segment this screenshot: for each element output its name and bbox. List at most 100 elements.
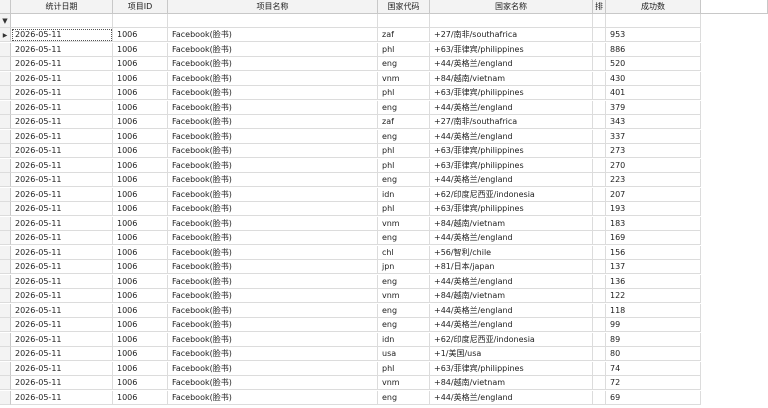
date-cell[interactable]: 2026-05-11 bbox=[11, 86, 113, 100]
success-count-cell[interactable]: 343 bbox=[606, 115, 701, 129]
row-indicator[interactable] bbox=[0, 390, 11, 405]
country-code-cell[interactable]: eng bbox=[378, 100, 430, 115]
success-count-cell[interactable]: 337 bbox=[606, 129, 701, 144]
project-name-cell[interactable]: Facebook(脸书) bbox=[168, 42, 378, 57]
date-cell[interactable]: 2026-05-11 bbox=[11, 231, 113, 245]
table-row[interactable]: 2026-05-11 1006 Facebook(脸书) eng +44/英格兰/eng… bbox=[0, 129, 768, 144]
country-code-cell[interactable]: vnm bbox=[378, 289, 430, 303]
project-name-cell[interactable]: Facebook(脸书) bbox=[168, 245, 378, 260]
project-id-cell[interactable]: 1006 bbox=[113, 361, 168, 376]
success-count-cell[interactable]: 99 bbox=[606, 318, 701, 332]
filter-cell-project-name[interactable] bbox=[168, 14, 378, 28]
project-name-cell[interactable]: Facebook(脸书) bbox=[168, 216, 378, 231]
project-id-cell[interactable]: 1006 bbox=[113, 274, 168, 289]
filter-cell-success-count[interactable] bbox=[606, 14, 701, 28]
date-cell[interactable]: 2026-05-11 bbox=[11, 100, 113, 115]
rank-cell[interactable] bbox=[593, 129, 606, 144]
date-cell[interactable]: 2026-05-11 bbox=[11, 289, 113, 303]
country-code-cell[interactable]: idn bbox=[378, 332, 430, 347]
row-indicator[interactable] bbox=[0, 57, 11, 71]
table-row[interactable]: 2026-05-11 1006 Facebook(脸书) eng +44/英格兰/eng… bbox=[0, 390, 768, 405]
column-header-country-code[interactable]: 国家代码 bbox=[378, 0, 430, 14]
row-indicator[interactable] bbox=[0, 274, 11, 289]
table-row[interactable]: 2026-05-11 1006 Facebook(脸书) eng +44/英格兰/eng… bbox=[0, 100, 768, 115]
table-row[interactable]: 2026-05-11 1006 Facebook(脸书) usa +1/美国/usa 80 bbox=[0, 347, 768, 361]
column-header-success-count[interactable]: 成功数 bbox=[606, 0, 701, 14]
date-cell[interactable]: 2026-05-11 bbox=[11, 57, 113, 71]
project-id-cell[interactable]: 1006 bbox=[113, 231, 168, 245]
country-name-cell[interactable]: +63/菲律宾/philippines bbox=[430, 42, 593, 57]
country-code-cell[interactable]: phl bbox=[378, 361, 430, 376]
project-id-cell[interactable]: 1006 bbox=[113, 390, 168, 405]
project-id-cell[interactable]: 1006 bbox=[113, 347, 168, 361]
date-cell[interactable]: 2026-05-11 bbox=[11, 332, 113, 347]
country-code-cell[interactable]: eng bbox=[378, 173, 430, 187]
column-header-date[interactable]: 统计日期 bbox=[11, 0, 113, 14]
success-count-cell[interactable]: 886 bbox=[606, 42, 701, 57]
table-row[interactable]: 2026-05-11 1006 Facebook(脸书) eng +44/英格兰/eng… bbox=[0, 57, 768, 71]
project-id-cell[interactable]: 1006 bbox=[113, 376, 168, 390]
country-name-cell[interactable]: +84/越南/vietnam bbox=[430, 289, 593, 303]
country-code-cell[interactable]: usa bbox=[378, 347, 430, 361]
country-name-cell[interactable]: +84/越南/vietnam bbox=[430, 71, 593, 86]
row-indicator[interactable]: ▶ bbox=[0, 28, 11, 42]
table-row[interactable]: 2026-05-11 1006 Facebook(脸书) eng +44/英格兰/eng… bbox=[0, 318, 768, 332]
row-indicator[interactable] bbox=[0, 245, 11, 260]
rank-cell[interactable] bbox=[593, 144, 606, 158]
project-name-cell[interactable]: Facebook(脸书) bbox=[168, 129, 378, 144]
filter-cell-date[interactable] bbox=[11, 14, 113, 28]
filter-cell-country-name[interactable] bbox=[430, 14, 593, 28]
row-indicator[interactable] bbox=[0, 158, 11, 173]
country-code-cell[interactable]: eng bbox=[378, 231, 430, 245]
country-name-cell[interactable]: +62/印度尼西亚/indonesia bbox=[430, 332, 593, 347]
project-id-cell[interactable]: 1006 bbox=[113, 28, 168, 42]
project-id-cell[interactable]: 1006 bbox=[113, 303, 168, 318]
country-name-cell[interactable]: +63/菲律宾/philippines bbox=[430, 144, 593, 158]
table-row[interactable]: 2026-05-11 1006 Facebook(脸书) vnm +84/越南/viet… bbox=[0, 216, 768, 231]
table-row[interactable]: 2026-05-11 1006 Facebook(脸书) vnm +84/越南/viet… bbox=[0, 71, 768, 86]
project-id-cell[interactable]: 1006 bbox=[113, 129, 168, 144]
row-indicator[interactable] bbox=[0, 86, 11, 100]
row-indicator[interactable] bbox=[0, 318, 11, 332]
success-count-cell[interactable]: 207 bbox=[606, 187, 701, 202]
country-code-cell[interactable]: phl bbox=[378, 144, 430, 158]
table-row[interactable]: 2026-05-11 1006 Facebook(脸书) chl +56/智利/chil… bbox=[0, 245, 768, 260]
project-name-cell[interactable]: Facebook(脸书) bbox=[168, 86, 378, 100]
country-code-cell[interactable]: zaf bbox=[378, 28, 430, 42]
project-name-cell[interactable]: Facebook(脸书) bbox=[168, 115, 378, 129]
country-code-cell[interactable]: vnm bbox=[378, 216, 430, 231]
row-indicator[interactable] bbox=[0, 289, 11, 303]
country-name-cell[interactable]: +62/印度尼西亚/indonesia bbox=[430, 187, 593, 202]
country-name-cell[interactable]: +44/英格兰/england bbox=[430, 129, 593, 144]
project-name-cell[interactable]: Facebook(脸书) bbox=[168, 260, 378, 274]
project-name-cell[interactable]: Facebook(脸书) bbox=[168, 202, 378, 216]
country-code-cell[interactable]: eng bbox=[378, 390, 430, 405]
column-header-country-name[interactable]: 国家名称 bbox=[430, 0, 593, 14]
rank-cell[interactable] bbox=[593, 173, 606, 187]
project-name-cell[interactable]: Facebook(脸书) bbox=[168, 274, 378, 289]
success-count-cell[interactable]: 193 bbox=[606, 202, 701, 216]
column-header-rank[interactable]: 排 bbox=[593, 0, 606, 14]
row-indicator[interactable] bbox=[0, 332, 11, 347]
rank-cell[interactable] bbox=[593, 289, 606, 303]
project-name-cell[interactable]: Facebook(脸书) bbox=[168, 318, 378, 332]
project-id-cell[interactable]: 1006 bbox=[113, 332, 168, 347]
country-name-cell[interactable]: +44/英格兰/england bbox=[430, 318, 593, 332]
rank-cell[interactable] bbox=[593, 187, 606, 202]
success-count-cell[interactable]: 183 bbox=[606, 216, 701, 231]
date-cell[interactable]: 2026-05-11 bbox=[11, 129, 113, 144]
date-cell[interactable]: 2026-05-11 bbox=[11, 115, 113, 129]
project-id-cell[interactable]: 1006 bbox=[113, 173, 168, 187]
project-id-cell[interactable]: 1006 bbox=[113, 202, 168, 216]
country-name-cell[interactable]: +44/英格兰/england bbox=[430, 100, 593, 115]
project-id-cell[interactable]: 1006 bbox=[113, 289, 168, 303]
project-id-cell[interactable]: 1006 bbox=[113, 57, 168, 71]
success-count-cell[interactable]: 74 bbox=[606, 361, 701, 376]
table-row[interactable]: ▶ 2026-05-11 1006 Facebook(脸书) zaf +27/南非/sou… bbox=[0, 28, 768, 42]
table-row[interactable]: 2026-05-11 1006 Facebook(脸书) jpn +81/日本/japa… bbox=[0, 260, 768, 274]
rank-cell[interactable] bbox=[593, 71, 606, 86]
project-id-cell[interactable]: 1006 bbox=[113, 260, 168, 274]
project-name-cell[interactable]: Facebook(脸书) bbox=[168, 289, 378, 303]
column-header-project-id[interactable]: 项目ID bbox=[113, 0, 168, 14]
country-name-cell[interactable]: +56/智利/chile bbox=[430, 245, 593, 260]
